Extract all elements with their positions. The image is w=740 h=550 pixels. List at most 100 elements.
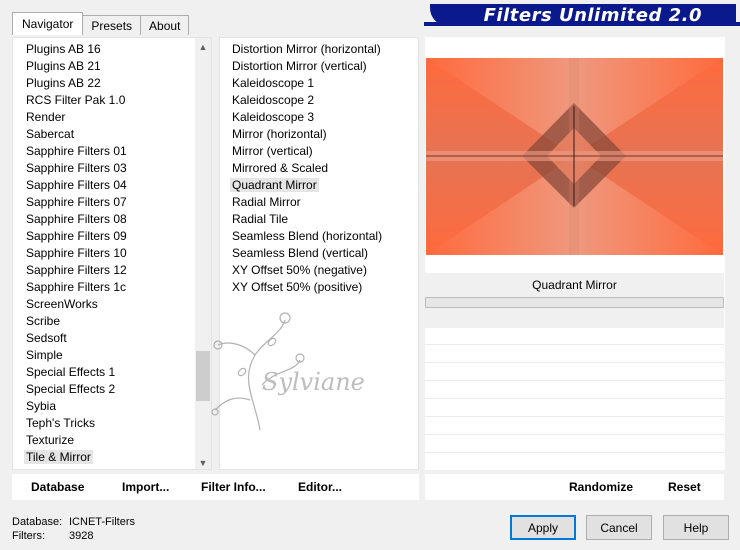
- list-item[interactable]: ScreenWorks: [13, 296, 196, 313]
- category-list[interactable]: Plugins AB 16 Plugins AB 21 Plugins AB 22 R…: [12, 37, 212, 470]
- editor-button[interactable]: Editor...: [298, 474, 342, 500]
- list-item[interactable]: Sapphire Filters 12: [13, 262, 196, 279]
- list-item[interactable]: Mirror (horizontal): [220, 126, 418, 143]
- list-item[interactable]: Sapphire Filters 09: [13, 228, 196, 245]
- category-scrollbar[interactable]: ▲ ▼: [195, 38, 211, 469]
- parameter-row: [425, 362, 724, 363]
- list-item[interactable]: Sybia: [13, 398, 196, 415]
- list-item[interactable]: Sapphire Filters 01: [13, 143, 196, 160]
- list-item-label: Special Effects 2: [26, 382, 116, 396]
- list-item[interactable]: Sapphire Filters 04: [13, 177, 196, 194]
- list-item-label: Quadrant Mirror: [230, 178, 319, 192]
- list-item-label: Kaleidoscope 3: [232, 110, 315, 124]
- list-item[interactable]: Teph's Tricks: [13, 415, 196, 432]
- list-item[interactable]: XY Offset 50% (negative): [220, 262, 418, 279]
- list-item[interactable]: Radial Mirror: [220, 194, 418, 211]
- left-button-bar: Database Import... Filter Info... Editor…: [12, 474, 419, 500]
- list-item-label: XY Offset 50% (positive): [232, 280, 363, 294]
- list-item[interactable]: Plugins AB 16: [13, 41, 196, 58]
- list-item-label: Sapphire Filters 12: [26, 263, 127, 277]
- parameter-row: [425, 344, 724, 345]
- preview-image: [426, 58, 723, 255]
- list-item-label: Mirror (horizontal): [232, 127, 327, 141]
- list-item-label: Simple: [26, 348, 63, 362]
- list-item[interactable]: Sapphire Filters 03: [13, 160, 196, 177]
- apply-button[interactable]: Apply: [510, 515, 576, 540]
- list-item-label: XY Offset 50% (negative): [232, 263, 367, 277]
- list-item[interactable]: RCS Filter Pak 1.0: [13, 92, 196, 109]
- list-item[interactable]: Mirrored & Scaled: [220, 160, 418, 177]
- list-item[interactable]: Sabercat: [13, 126, 196, 143]
- filters-count-value: 3928: [69, 530, 94, 542]
- help-label: Help: [683, 520, 709, 535]
- filters-count-label: Filters:: [12, 530, 45, 542]
- reset-button[interactable]: Reset: [668, 474, 701, 500]
- scroll-thumb[interactable]: [196, 351, 210, 401]
- list-item-label: Mirror (vertical): [232, 144, 313, 158]
- list-item-label: Render: [26, 110, 66, 124]
- list-item[interactable]: Texturize: [13, 432, 196, 449]
- tab-label: About: [149, 18, 181, 33]
- database-value: ICNET-Filters: [69, 516, 135, 528]
- list-item-label: Sapphire Filters 09: [26, 229, 127, 243]
- list-item-label: Distortion Mirror (vertical): [232, 59, 367, 73]
- randomize-button[interactable]: Randomize: [569, 474, 633, 500]
- list-item-label: Sapphire Filters 08: [26, 212, 127, 226]
- list-item-label: Scribe: [26, 314, 61, 328]
- list-item[interactable]: Seamless Blend (horizontal): [220, 228, 418, 245]
- list-item[interactable]: XY Offset 50% (positive): [220, 279, 418, 296]
- tab-presets[interactable]: Presets: [82, 15, 142, 35]
- list-item[interactable]: Plugins AB 21: [13, 58, 196, 75]
- cancel-button[interactable]: Cancel: [586, 515, 652, 540]
- chevron-down-icon[interactable]: ▼: [195, 454, 211, 469]
- list-item[interactable]: Kaleidoscope 1: [220, 75, 418, 92]
- list-item[interactable]: Tile & Mirror: [13, 449, 196, 466]
- list-item[interactable]: Mirror (vertical): [220, 143, 418, 160]
- list-item-label: Plugins AB 21: [26, 59, 101, 73]
- title-banner: Filters Unlimited 2.0: [424, 4, 740, 26]
- list-item-label: Plugins AB 22: [26, 76, 101, 90]
- parameter-row: [425, 434, 724, 435]
- list-item[interactable]: Sedsoft: [13, 330, 196, 347]
- parameters-header: [425, 308, 724, 328]
- tab-strip: Navigator Presets About: [12, 12, 190, 35]
- tab-about[interactable]: About: [140, 15, 190, 35]
- list-item[interactable]: Distortion Mirror (vertical): [220, 58, 418, 75]
- filter-list[interactable]: Distortion Mirror (horizontal) Distortion…: [219, 37, 419, 470]
- list-item-label: Mirrored & Scaled: [232, 161, 329, 175]
- parameter-row: [425, 452, 724, 453]
- list-item[interactable]: Simple: [13, 347, 196, 364]
- list-item-label: Kaleidoscope 2: [232, 93, 315, 107]
- parameter-row: [425, 416, 724, 417]
- chevron-up-icon[interactable]: ▲: [195, 38, 211, 55]
- list-item[interactable]: Kaleidoscope 2: [220, 92, 418, 109]
- list-item-label: ScreenWorks: [26, 297, 98, 311]
- list-item[interactable]: Scribe: [13, 313, 196, 330]
- help-button[interactable]: Help: [663, 515, 729, 540]
- list-item[interactable]: Sapphire Filters 07: [13, 194, 196, 211]
- list-item[interactable]: Quadrant Mirror: [220, 177, 418, 194]
- list-item[interactable]: Radial Tile: [220, 211, 418, 228]
- list-item[interactable]: Sapphire Filters 08: [13, 211, 196, 228]
- list-item[interactable]: Sapphire Filters 1c: [13, 279, 196, 296]
- banner-title: Filters Unlimited 2.0: [483, 5, 702, 26]
- tab-navigator[interactable]: Navigator: [12, 12, 84, 35]
- parameter-row: [425, 380, 724, 381]
- filter-info-button[interactable]: Filter Info...: [201, 474, 266, 500]
- tab-label: Navigator: [22, 17, 74, 31]
- database-button[interactable]: Database: [31, 474, 84, 500]
- list-item-label: Seamless Blend (vertical): [232, 246, 369, 260]
- list-item[interactable]: Sapphire Filters 10: [13, 245, 196, 262]
- filter-name-label: Quadrant Mirror: [532, 278, 617, 292]
- cancel-label: Cancel: [600, 520, 638, 535]
- list-item[interactable]: Render: [13, 109, 196, 126]
- list-item[interactable]: Plugins AB 22: [13, 75, 196, 92]
- list-item[interactable]: Special Effects 1: [13, 364, 196, 381]
- filter-name-display: Quadrant Mirror: [425, 273, 724, 297]
- list-item[interactable]: Kaleidoscope 3: [220, 109, 418, 126]
- list-item[interactable]: Seamless Blend (vertical): [220, 245, 418, 262]
- list-item[interactable]: Special Effects 2: [13, 381, 196, 398]
- list-item-label: Sapphire Filters 03: [26, 161, 127, 175]
- import-button[interactable]: Import...: [122, 474, 169, 500]
- list-item[interactable]: Distortion Mirror (horizontal): [220, 41, 418, 58]
